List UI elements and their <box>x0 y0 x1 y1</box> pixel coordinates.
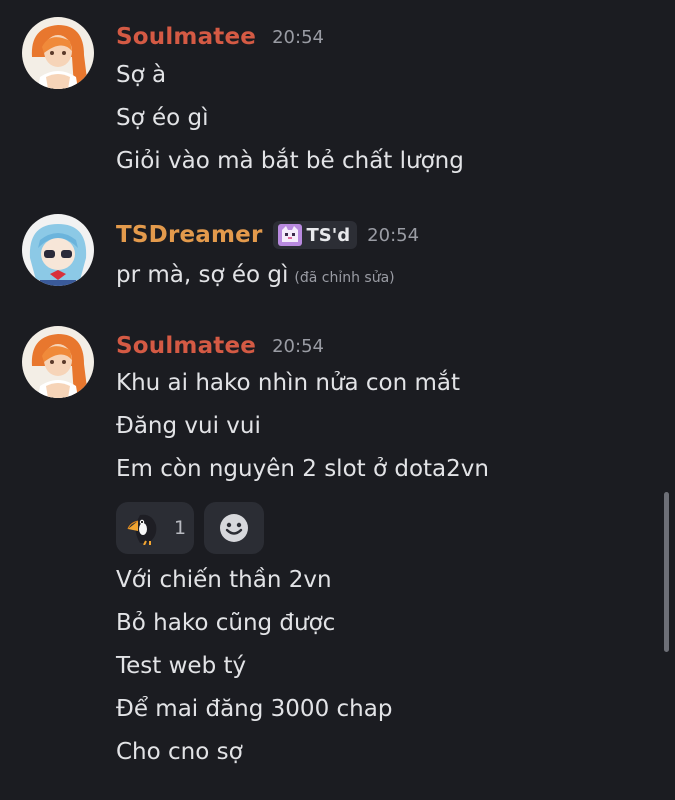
username[interactable]: Soulmatee <box>116 24 256 50</box>
timestamp: 20:54 <box>272 26 324 48</box>
message-text: Đăng vui vui <box>116 413 261 439</box>
message-text-content: pr mà, sợ éo gì <box>116 262 289 288</box>
toucan-emoji-icon <box>127 514 157 545</box>
reaction-count: 1 <box>174 517 187 539</box>
message-text: Test web tý <box>116 653 247 679</box>
message-header: Soulmatee 20:54 <box>116 24 324 50</box>
message-text: Cho cno sợ <box>116 739 243 765</box>
add-reaction-smiley-icon <box>220 514 248 542</box>
cat-icon <box>277 224 302 246</box>
message-text: Sợ à <box>116 62 167 88</box>
role-tag-label: TS'd <box>306 224 351 246</box>
message-text: Để mai đăng 3000 chap <box>116 696 393 722</box>
timestamp: 20:54 <box>367 224 420 246</box>
message-header: TSDreamer TS'd 20:54 <box>116 221 419 249</box>
username[interactable]: Soulmatee <box>116 333 256 359</box>
timestamp: 20:54 <box>272 335 324 357</box>
message-text: Sợ éo gì <box>116 105 209 131</box>
message-text: Khu ai hako nhìn nửa con mắt <box>116 370 461 396</box>
message-text: Với chiến thần 2vn <box>116 567 332 593</box>
edited-label: (đã chỉnh sửa) <box>294 270 395 286</box>
avatar[interactable] <box>22 326 94 398</box>
username[interactable]: TSDreamer <box>116 222 263 248</box>
avatar[interactable] <box>22 214 94 286</box>
reactions-bar: 1 <box>116 502 264 554</box>
scrollbar-thumb[interactable] <box>664 492 669 652</box>
message-header: Soulmatee 20:54 <box>116 333 324 359</box>
add-reaction-button[interactable] <box>204 502 264 554</box>
message-text: Giỏi vào mà bắt bẻ chất lượng <box>116 148 464 174</box>
reaction-toucan[interactable]: 1 <box>116 502 194 554</box>
message-text: Em còn nguyên 2 slot ở dota2vn <box>116 456 489 482</box>
message-text: pr mà, sợ éo gì (đã chỉnh sửa) <box>116 262 395 288</box>
role-tag[interactable]: TS'd <box>272 221 358 249</box>
message-text: Bỏ hako cũng được <box>116 610 336 636</box>
avatar[interactable] <box>22 17 94 89</box>
